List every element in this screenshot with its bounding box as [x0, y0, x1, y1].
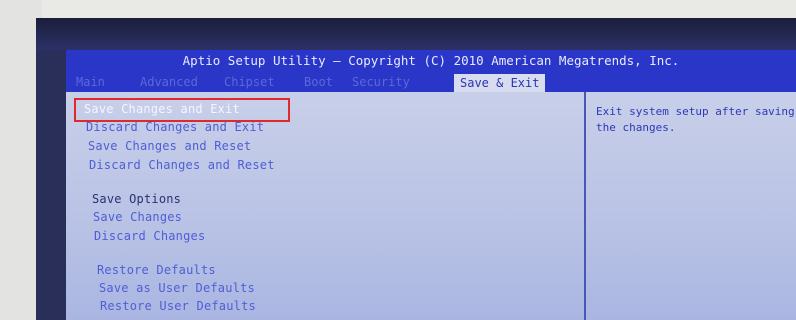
section-heading-save-options: Save Options: [92, 192, 182, 206]
tab-advanced[interactable]: Advanced: [140, 72, 198, 92]
monitor-bezel-top: [0, 0, 796, 18]
screen-top-margin: [36, 18, 796, 50]
pane-divider: [584, 92, 586, 320]
help-pane: Exit system setup after saving the chang…: [588, 92, 796, 320]
menu-item-save-changes-and-reset[interactable]: Save Changes and Reset: [88, 139, 251, 153]
menu-item-save-changes-and-exit[interactable]: Save Changes and Exit: [84, 102, 240, 116]
bios-title: Aptio Setup Utility – Copyright (C) 2010…: [182, 53, 680, 68]
menu-item-save-as-user-defaults[interactable]: Save as User Defaults: [99, 281, 255, 295]
menu-item-discard-changes[interactable]: Discard Changes: [94, 229, 205, 243]
bios-main-panel: Save Changes and Exit Discard Changes an…: [66, 92, 796, 320]
tab-chipset[interactable]: Chipset: [224, 72, 275, 92]
tab-boot[interactable]: Boot: [304, 72, 333, 92]
menu-item-restore-user-defaults[interactable]: Restore User Defaults: [100, 299, 256, 313]
menu-item-save-changes[interactable]: Save Changes: [93, 210, 182, 224]
menu-item-discard-changes-and-exit[interactable]: Discard Changes and Exit: [86, 120, 264, 134]
menu-item-restore-defaults[interactable]: Restore Defaults: [97, 263, 216, 277]
bios-title-bar: Aptio Setup Utility – Copyright (C) 2010…: [66, 50, 796, 72]
bios-screen: Aptio Setup Utility – Copyright (C) 2010…: [36, 18, 796, 320]
help-text: Exit system setup after saving the chang…: [596, 105, 795, 134]
menu-pane: Save Changes and Exit Discard Changes an…: [66, 92, 584, 320]
menu-item-discard-changes-and-reset[interactable]: Discard Changes and Reset: [89, 158, 275, 172]
bios-tab-bar: Main Advanced Chipset Boot Security Save…: [66, 72, 796, 92]
tab-save-exit[interactable]: Save & Exit: [454, 74, 546, 92]
tab-main[interactable]: Main: [76, 72, 105, 92]
tab-security[interactable]: Security: [352, 72, 410, 92]
